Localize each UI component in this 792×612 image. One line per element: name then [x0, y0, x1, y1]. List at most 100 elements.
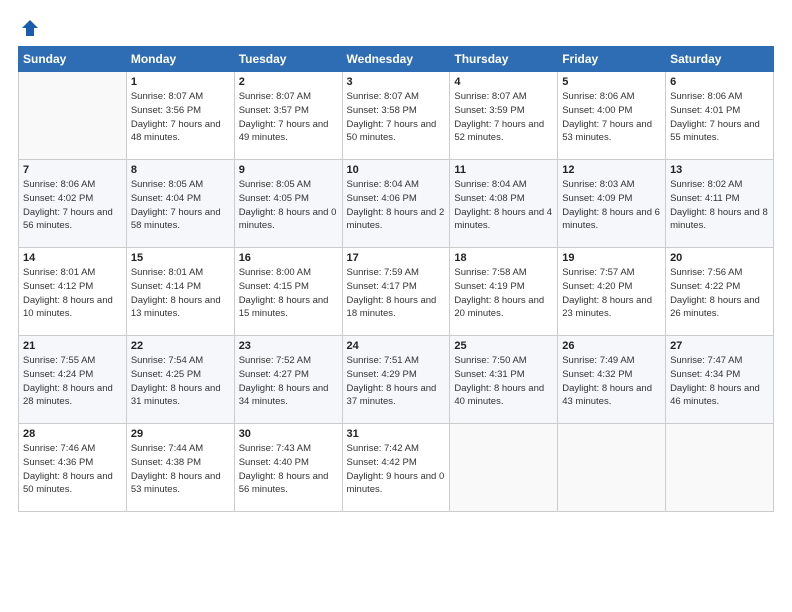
day-number: 17: [347, 252, 446, 264]
day-info: Sunrise: 7:59 AMSunset: 4:17 PMDaylight:…: [347, 267, 437, 319]
day-cell: 16 Sunrise: 8:00 AMSunset: 4:15 PMDayligh…: [234, 248, 342, 336]
day-cell: 18 Sunrise: 7:58 AMSunset: 4:19 PMDayligh…: [450, 248, 558, 336]
day-cell: 2 Sunrise: 8:07 AMSunset: 3:57 PMDaylight…: [234, 72, 342, 160]
day-info: Sunrise: 7:52 AMSunset: 4:27 PMDaylight:…: [239, 355, 329, 407]
day-info: Sunrise: 8:02 AMSunset: 4:11 PMDaylight:…: [670, 179, 768, 231]
day-info: Sunrise: 8:04 AMSunset: 4:08 PMDaylight:…: [454, 179, 552, 231]
page: Sunday Monday Tuesday Wednesday Thursday…: [0, 0, 792, 612]
day-number: 19: [562, 252, 661, 264]
day-info: Sunrise: 7:43 AMSunset: 4:40 PMDaylight:…: [239, 443, 329, 495]
day-number: 2: [239, 76, 338, 88]
day-cell: 12 Sunrise: 8:03 AMSunset: 4:09 PMDayligh…: [558, 160, 666, 248]
day-number: 30: [239, 428, 338, 440]
col-monday: Monday: [126, 47, 234, 72]
day-cell: 28 Sunrise: 7:46 AMSunset: 4:36 PMDayligh…: [19, 424, 127, 512]
day-info: Sunrise: 7:55 AMSunset: 4:24 PMDaylight:…: [23, 355, 113, 407]
day-cell: 15 Sunrise: 8:01 AMSunset: 4:14 PMDayligh…: [126, 248, 234, 336]
day-number: 12: [562, 164, 661, 176]
day-cell: 14 Sunrise: 8:01 AMSunset: 4:12 PMDayligh…: [19, 248, 127, 336]
day-number: 13: [670, 164, 769, 176]
day-info: Sunrise: 7:57 AMSunset: 4:20 PMDaylight:…: [562, 267, 652, 319]
day-cell: 13 Sunrise: 8:02 AMSunset: 4:11 PMDayligh…: [666, 160, 774, 248]
day-info: Sunrise: 7:56 AMSunset: 4:22 PMDaylight:…: [670, 267, 760, 319]
day-number: 27: [670, 340, 769, 352]
day-number: 14: [23, 252, 122, 264]
col-tuesday: Tuesday: [234, 47, 342, 72]
day-info: Sunrise: 7:49 AMSunset: 4:32 PMDaylight:…: [562, 355, 652, 407]
day-number: 8: [131, 164, 230, 176]
day-info: Sunrise: 7:44 AMSunset: 4:38 PMDaylight:…: [131, 443, 221, 495]
day-info: Sunrise: 8:07 AMSunset: 3:57 PMDaylight:…: [239, 91, 329, 143]
day-cell: 23 Sunrise: 7:52 AMSunset: 4:27 PMDayligh…: [234, 336, 342, 424]
day-number: 18: [454, 252, 553, 264]
day-number: 16: [239, 252, 338, 264]
day-number: 10: [347, 164, 446, 176]
day-number: 24: [347, 340, 446, 352]
day-cell: 9 Sunrise: 8:05 AMSunset: 4:05 PMDaylight…: [234, 160, 342, 248]
day-cell: 21 Sunrise: 7:55 AMSunset: 4:24 PMDayligh…: [19, 336, 127, 424]
day-number: 20: [670, 252, 769, 264]
day-number: 15: [131, 252, 230, 264]
day-cell: 22 Sunrise: 7:54 AMSunset: 4:25 PMDayligh…: [126, 336, 234, 424]
week-row-3: 21 Sunrise: 7:55 AMSunset: 4:24 PMDayligh…: [19, 336, 774, 424]
day-cell: 17 Sunrise: 7:59 AMSunset: 4:17 PMDayligh…: [342, 248, 450, 336]
day-number: 11: [454, 164, 553, 176]
day-number: 4: [454, 76, 553, 88]
week-row-1: 7Sunrise: 8:06 AMSunset: 4:02 PMDaylight…: [19, 160, 774, 248]
day-cell: 19 Sunrise: 7:57 AMSunset: 4:20 PMDayligh…: [558, 248, 666, 336]
day-cell: 26Sunrise: 7:49 AMSunset: 4:32 PMDayligh…: [558, 336, 666, 424]
day-cell: 1 Sunrise: 8:07 AMSunset: 3:56 PMDaylight…: [126, 72, 234, 160]
day-cell: 6Sunrise: 8:06 AMSunset: 4:01 PMDaylight…: [666, 72, 774, 160]
day-info: Sunrise: 7:50 AMSunset: 4:31 PMDaylight:…: [454, 355, 544, 407]
day-info: Sunrise: 8:06 AMSunset: 4:00 PMDaylight:…: [562, 91, 652, 143]
day-info: Sunrise: 8:06 AMSunset: 4:02 PMDaylight:…: [23, 179, 113, 231]
day-cell: 3Sunrise: 8:07 AMSunset: 3:58 PMDaylight…: [342, 72, 450, 160]
col-thursday: Thursday: [450, 47, 558, 72]
day-info: Sunrise: 7:42 AMSunset: 4:42 PMDaylight:…: [347, 443, 445, 495]
day-info: Sunrise: 8:04 AMSunset: 4:06 PMDaylight:…: [347, 179, 445, 231]
day-number: 31: [347, 428, 446, 440]
day-number: 29: [131, 428, 230, 440]
day-info: Sunrise: 7:54 AMSunset: 4:25 PMDaylight:…: [131, 355, 221, 407]
day-cell: 8Sunrise: 8:05 AMSunset: 4:04 PMDaylight…: [126, 160, 234, 248]
day-number: 23: [239, 340, 338, 352]
day-info: Sunrise: 8:01 AMSunset: 4:12 PMDaylight:…: [23, 267, 113, 319]
day-info: Sunrise: 7:47 AMSunset: 4:34 PMDaylight:…: [670, 355, 760, 407]
day-number: 9: [239, 164, 338, 176]
day-cell: 25 Sunrise: 7:50 AMSunset: 4:31 PMDayligh…: [450, 336, 558, 424]
day-cell: 5 Sunrise: 8:06 AMSunset: 4:00 PMDaylight…: [558, 72, 666, 160]
day-info: Sunrise: 8:05 AMSunset: 4:05 PMDaylight:…: [239, 179, 337, 231]
day-info: Sunrise: 8:07 AMSunset: 3:58 PMDaylight:…: [347, 91, 437, 143]
day-cell: [19, 72, 127, 160]
day-cell: 27 Sunrise: 7:47 AMSunset: 4:34 PMDayligh…: [666, 336, 774, 424]
day-cell: 30 Sunrise: 7:43 AMSunset: 4:40 PMDayligh…: [234, 424, 342, 512]
day-number: 28: [23, 428, 122, 440]
col-friday: Friday: [558, 47, 666, 72]
day-info: Sunrise: 8:07 AMSunset: 3:56 PMDaylight:…: [131, 91, 221, 143]
day-info: Sunrise: 8:00 AMSunset: 4:15 PMDaylight:…: [239, 267, 329, 319]
week-row-0: 1 Sunrise: 8:07 AMSunset: 3:56 PMDaylight…: [19, 72, 774, 160]
calendar-table: Sunday Monday Tuesday Wednesday Thursday…: [18, 46, 774, 512]
day-cell: 4 Sunrise: 8:07 AMSunset: 3:59 PMDaylight…: [450, 72, 558, 160]
day-info: Sunrise: 7:51 AMSunset: 4:29 PMDaylight:…: [347, 355, 437, 407]
day-number: 5: [562, 76, 661, 88]
day-cell: [666, 424, 774, 512]
day-cell: 31 Sunrise: 7:42 AMSunset: 4:42 PMDayligh…: [342, 424, 450, 512]
week-row-4: 28 Sunrise: 7:46 AMSunset: 4:36 PMDayligh…: [19, 424, 774, 512]
col-sunday: Sunday: [19, 47, 127, 72]
day-number: 25: [454, 340, 553, 352]
day-info: Sunrise: 8:03 AMSunset: 4:09 PMDaylight:…: [562, 179, 660, 231]
day-info: Sunrise: 7:46 AMSunset: 4:36 PMDaylight:…: [23, 443, 113, 495]
day-info: Sunrise: 8:07 AMSunset: 3:59 PMDaylight:…: [454, 91, 544, 143]
day-number: 1: [131, 76, 230, 88]
day-info: Sunrise: 7:58 AMSunset: 4:19 PMDaylight:…: [454, 267, 544, 319]
day-number: 21: [23, 340, 122, 352]
day-cell: [450, 424, 558, 512]
col-wednesday: Wednesday: [342, 47, 450, 72]
day-number: 22: [131, 340, 230, 352]
header: [18, 18, 774, 38]
day-cell: [558, 424, 666, 512]
day-cell: 24 Sunrise: 7:51 AMSunset: 4:29 PMDayligh…: [342, 336, 450, 424]
day-cell: 10 Sunrise: 8:04 AMSunset: 4:06 PMDayligh…: [342, 160, 450, 248]
day-info: Sunrise: 8:01 AMSunset: 4:14 PMDaylight:…: [131, 267, 221, 319]
